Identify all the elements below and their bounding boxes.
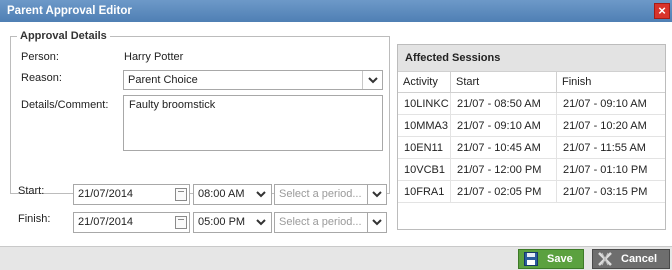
details-comment-value: Faulty broomstick [129, 99, 216, 111]
save-button-label: Save [547, 253, 573, 265]
cancel-x-icon [597, 252, 613, 266]
reason-select-value: Parent Choice [128, 74, 198, 86]
session-activity: 10VCB1 [398, 159, 451, 180]
reason-select[interactable]: Parent Choice [123, 70, 383, 90]
session-start: 21/07 - 10:45 AM [451, 137, 557, 158]
chevron-down-icon [256, 191, 266, 198]
start-label: Start: [18, 185, 45, 197]
chevron-down-icon[interactable] [362, 71, 382, 89]
chevron-down-icon [372, 191, 382, 198]
approval-details-legend: Approval Details [17, 30, 110, 42]
start-period-dropdown[interactable] [367, 184, 387, 205]
floppy-disk-icon [523, 252, 539, 266]
finish-date-input[interactable]: 21/07/2014 [73, 212, 190, 233]
session-activity: 10FRA1 [398, 181, 451, 202]
session-activity: 10EN11 [398, 137, 451, 158]
finish-time-dropdown[interactable] [252, 212, 272, 233]
table-row[interactable]: 10LINKC 21/07 - 08:50 AM 21/07 - 09:10 A… [398, 93, 665, 115]
chevron-down-icon [372, 219, 382, 226]
session-start: 21/07 - 09:10 AM [451, 115, 557, 136]
affected-sessions-panel: Affected Sessions Activity Start Finish … [397, 44, 666, 230]
affected-sessions-title: Affected Sessions [398, 45, 665, 71]
table-row[interactable]: 10EN11 21/07 - 10:45 AM 21/07 - 11:55 AM [398, 137, 665, 159]
close-icon: × [658, 3, 666, 18]
dialog-footer: Save Cancel [0, 246, 672, 270]
start-date-value: 21/07/2014 [78, 188, 134, 200]
table-row[interactable]: 10MMA3 21/07 - 09:10 AM 21/07 - 10:20 AM [398, 115, 665, 137]
chevron-down-icon [256, 219, 266, 226]
window-title: Parent Approval Editor [7, 5, 132, 17]
start-time-value: 08:00 AM [198, 188, 245, 200]
finish-period-placeholder: Select a period... [279, 216, 362, 228]
column-header-activity[interactable]: Activity [398, 72, 451, 92]
start-time-dropdown[interactable] [252, 184, 272, 205]
session-start: 21/07 - 12:00 PM [451, 159, 557, 180]
approval-details-group: Approval Details Person: Harry Potter Re… [10, 30, 390, 194]
session-finish: 21/07 - 11:55 AM [563, 142, 646, 154]
finish-label: Finish: [18, 213, 51, 225]
start-date-input[interactable]: 21/07/2014 [73, 184, 190, 205]
session-finish: 21/07 - 09:10 AM [563, 98, 647, 110]
table-row[interactable]: 10FRA1 21/07 - 02:05 PM 21/07 - 03:15 PM [398, 181, 665, 203]
reason-label: Reason: [21, 72, 62, 84]
person-label: Person: [21, 51, 59, 63]
session-finish: 21/07 - 10:20 AM [563, 120, 647, 132]
person-value: Harry Potter [124, 51, 184, 63]
sessions-column-headers: Activity Start Finish [398, 71, 665, 93]
session-start: 21/07 - 08:50 AM [451, 93, 557, 114]
close-button[interactable]: × [654, 3, 670, 19]
cancel-button[interactable]: Cancel [592, 249, 670, 269]
finish-time-value: 05:00 PM [198, 216, 246, 228]
table-row[interactable]: 10VCB1 21/07 - 12:00 PM 21/07 - 01:10 PM [398, 159, 665, 181]
finish-period-dropdown[interactable] [367, 212, 387, 233]
column-header-start[interactable]: Start [451, 72, 557, 92]
session-finish: 21/07 - 01:10 PM [563, 164, 648, 176]
session-activity: 10LINKC [398, 93, 451, 114]
details-comment-field[interactable]: Faulty broomstick [123, 95, 383, 151]
session-start: 21/07 - 02:05 PM [451, 181, 557, 202]
dialog-body: Approval Details Person: Harry Potter Re… [0, 22, 672, 246]
calendar-icon[interactable] [175, 216, 187, 229]
save-button[interactable]: Save [518, 249, 584, 269]
calendar-icon[interactable] [175, 188, 187, 201]
cancel-button-label: Cancel [621, 253, 658, 265]
session-finish: 21/07 - 03:15 PM [563, 186, 648, 198]
start-period-placeholder: Select a period... [279, 188, 362, 200]
session-activity: 10MMA3 [398, 115, 451, 136]
column-header-finish[interactable]: Finish [557, 72, 665, 92]
details-label: Details/Comment: [21, 99, 109, 111]
finish-date-value: 21/07/2014 [78, 216, 134, 228]
window-titlebar: Parent Approval Editor × [0, 0, 672, 22]
